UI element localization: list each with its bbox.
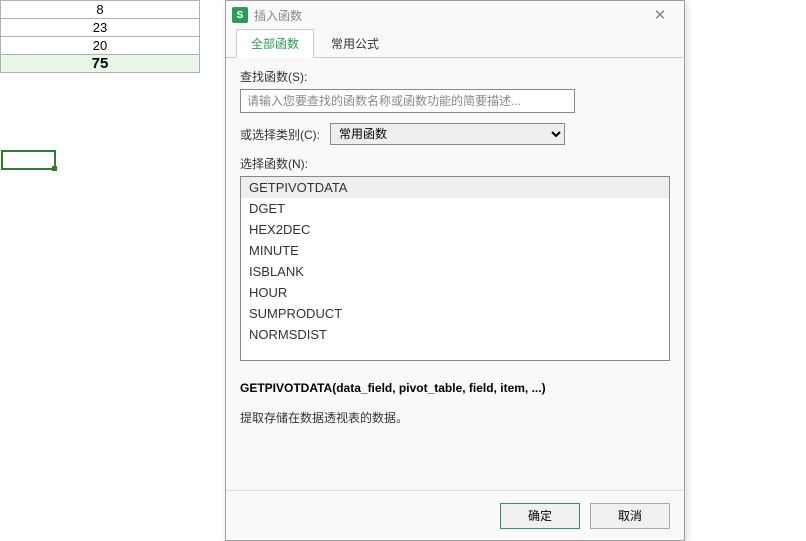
category-select[interactable]: 常用函数 <box>330 123 565 145</box>
tab-all-functions[interactable]: 全部函数 <box>236 29 314 58</box>
cancel-button[interactable]: 取消 <box>590 503 670 529</box>
function-list[interactable]: GETPIVOTDATA DGET HEX2DEC MINUTE ISBLANK… <box>240 176 670 361</box>
dialog-title: 插入函数 <box>254 7 642 24</box>
function-item[interactable]: DGET <box>241 198 669 219</box>
cell[interactable]: 8 <box>1 1 200 19</box>
close-button[interactable]: ✕ <box>642 3 678 27</box>
search-label: 查找函数(S): <box>240 68 670 85</box>
spreadsheet-grid[interactable]: 8 23 20 75 <box>0 0 200 73</box>
cell[interactable]: 20 <box>1 37 200 55</box>
function-syntax: GETPIVOTDATA(data_field, pivot_table, fi… <box>240 381 670 395</box>
function-item[interactable]: MINUTE <box>241 240 669 261</box>
function-item[interactable]: ISBLANK <box>241 261 669 282</box>
dialog-footer: 确定 取消 <box>226 490 684 540</box>
search-input[interactable] <box>240 89 575 113</box>
function-item[interactable]: SUMPRODUCT <box>241 303 669 324</box>
select-function-label: 选择函数(N): <box>240 155 670 172</box>
tab-bar: 全部函数 常用公式 <box>226 29 684 58</box>
cell[interactable]: 23 <box>1 19 200 37</box>
close-icon: ✕ <box>654 6 667 24</box>
function-item[interactable]: HOUR <box>241 282 669 303</box>
function-item[interactable]: HEX2DEC <box>241 219 669 240</box>
function-description: 提取存储在数据透视表的数据。 <box>240 409 670 426</box>
category-label: 或选择类别(C): <box>240 126 320 143</box>
dialog-content: 查找函数(S): 或选择类别(C): 常用函数 选择函数(N): GETPIVO… <box>226 58 684 436</box>
cell-selection-indicator <box>1 150 56 170</box>
tab-common-formulas[interactable]: 常用公式 <box>316 29 394 57</box>
insert-function-dialog: S 插入函数 ✕ 全部函数 常用公式 查找函数(S): 或选择类别(C): 常用… <box>225 0 685 541</box>
dialog-titlebar: S 插入函数 ✕ <box>226 1 684 29</box>
app-icon: S <box>232 7 248 23</box>
ok-button[interactable]: 确定 <box>500 503 580 529</box>
cell-total[interactable]: 75 <box>1 55 200 73</box>
function-item[interactable]: NORMSDIST <box>241 324 669 345</box>
function-item[interactable]: GETPIVOTDATA <box>241 177 669 198</box>
